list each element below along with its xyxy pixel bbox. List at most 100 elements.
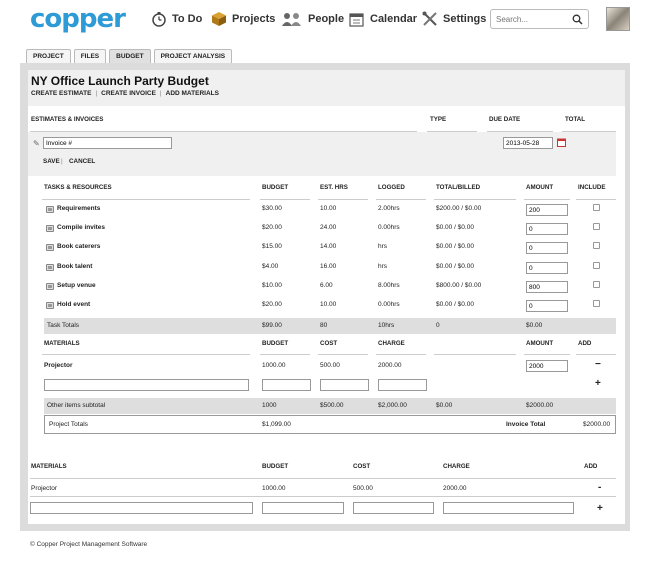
task-est-hrs: 24.00	[320, 224, 337, 231]
outer-charge-header: CHARGE	[443, 463, 470, 470]
task-est-hrs: 10.00	[320, 205, 337, 212]
project-tabs: PROJECT FILES BUDGET PROJECT ANALYSIS	[26, 49, 233, 63]
material-cost: 500.00	[320, 362, 340, 369]
search-icon[interactable]	[572, 14, 583, 25]
outer-new-material-budget-input[interactable]	[262, 502, 344, 514]
save-link[interactable]: SAVE	[43, 158, 60, 165]
tab-files[interactable]: FILES	[73, 49, 107, 63]
subtotal-amount: $2000.00	[526, 402, 554, 409]
task-name[interactable]: Compile invites	[57, 224, 105, 231]
separator: |	[95, 90, 98, 97]
task-est-hrs: 10.00	[320, 301, 337, 308]
divider	[376, 199, 426, 200]
outer-add-material-button[interactable]: +	[597, 503, 603, 514]
task-logged: 2.00hrs	[378, 205, 400, 212]
include-header: INCLUDE	[578, 184, 606, 191]
materials-header: MATERIALS	[44, 340, 80, 347]
task-amount-input[interactable]	[526, 204, 568, 216]
subtotal-charge: $2,000.00	[378, 402, 407, 409]
task-total-billed: $0.00 / $0.00	[436, 224, 474, 231]
subtotal-cost: $500.00	[320, 402, 344, 409]
include-checkbox[interactable]	[593, 281, 600, 288]
nav-people-label: People	[308, 13, 345, 25]
task-amount-input[interactable]	[526, 242, 568, 254]
new-material-budget-input[interactable]	[262, 379, 311, 391]
nav-projects[interactable]: Projects	[210, 9, 275, 29]
tab-budget[interactable]: BUDGET	[109, 49, 151, 63]
cancel-link[interactable]: CANCEL	[69, 158, 95, 165]
date-picker-icon[interactable]	[557, 138, 566, 147]
task-name[interactable]: Book caterers	[57, 243, 100, 250]
total-billed-header: TOTAL/BILLED	[436, 184, 481, 191]
project-totals-budget: $1,099.00	[262, 421, 291, 428]
task-icon	[46, 264, 54, 271]
nav-calendar-label: Calendar	[370, 13, 418, 25]
include-checkbox[interactable]	[593, 223, 600, 230]
task-logged: 8.00hrs	[378, 282, 400, 289]
outer-new-material-cost-input[interactable]	[353, 502, 434, 514]
add-material-button[interactable]: +	[595, 378, 601, 389]
pencil-icon: ✎	[33, 139, 40, 148]
outer-new-material-name-input[interactable]	[30, 502, 253, 514]
task-budget: $20.00	[262, 224, 282, 231]
divider	[30, 131, 417, 132]
add-materials-link[interactable]: ADD MATERIALS	[166, 90, 219, 97]
task-name[interactable]: Requirements	[57, 205, 100, 212]
include-checkbox[interactable]	[593, 300, 600, 307]
materials-budget-header: BUDGET	[262, 340, 289, 347]
user-avatar[interactable]	[606, 7, 630, 31]
outer-materials-header: MATERIALS	[31, 463, 67, 470]
new-material-cost-input[interactable]	[320, 379, 369, 391]
task-amount-input[interactable]	[526, 300, 568, 312]
outer-cost-header: COST	[353, 463, 371, 470]
create-estimate-link[interactable]: CREATE ESTIMATE	[31, 90, 91, 97]
divider	[318, 199, 368, 200]
tab-project[interactable]: PROJECT	[26, 49, 71, 63]
box-icon	[210, 11, 227, 28]
footer-copyright: © Copper Project Management Software	[30, 541, 148, 548]
project-totals-label: Project Totals	[49, 421, 88, 428]
invoice-total-label: Invoice Total	[506, 421, 546, 428]
copper-logo[interactable]: copper	[30, 4, 126, 34]
include-checkbox[interactable]	[593, 262, 600, 269]
nav-people[interactable]: People	[281, 9, 344, 29]
task-amount-input[interactable]	[526, 281, 568, 293]
task-budget: $20.00	[262, 301, 282, 308]
outer-add-header: ADD	[584, 463, 598, 470]
new-material-name-input[interactable]	[44, 379, 249, 391]
task-est-hrs: 6.00	[320, 282, 333, 289]
people-icon	[281, 11, 303, 28]
task-name[interactable]: Setup venue	[57, 282, 96, 289]
task-name[interactable]: Book talent	[57, 263, 92, 270]
nav-settings[interactable]: Settings	[421, 9, 486, 29]
task-total-billed: $0.00 / $0.00	[436, 263, 474, 270]
include-checkbox[interactable]	[593, 204, 600, 211]
new-material-charge-input[interactable]	[378, 379, 427, 391]
due-date-input[interactable]	[503, 137, 553, 149]
materials-cost-header: COST	[320, 340, 338, 347]
task-est-hrs: 14.00	[320, 243, 337, 250]
task-name[interactable]: Hold event	[57, 301, 90, 308]
create-invoice-link[interactable]: CREATE INVOICE	[101, 90, 156, 97]
task-icon	[46, 244, 54, 251]
divider	[427, 131, 477, 132]
nav-calendar[interactable]: Calendar	[348, 9, 417, 29]
outer-material-budget: 1000.00	[262, 485, 286, 492]
divider	[487, 131, 553, 132]
include-checkbox[interactable]	[593, 242, 600, 249]
tab-project-analysis[interactable]: PROJECT ANALYSIS	[153, 49, 233, 63]
estimates-header: ESTIMATES & INVOICES	[31, 116, 104, 123]
materials-amount-header: AMOUNT	[526, 340, 554, 347]
invoice-number-input[interactable]	[43, 137, 172, 149]
outer-new-material-charge-input[interactable]	[443, 502, 574, 514]
divider	[434, 354, 516, 355]
remove-material-button[interactable]: −	[595, 359, 601, 370]
search-input[interactable]	[496, 13, 568, 26]
nav-todo[interactable]: To Do	[150, 9, 202, 29]
task-amount-input[interactable]	[526, 223, 568, 235]
task-amount-input[interactable]	[526, 262, 568, 274]
material-amount-input[interactable]	[526, 360, 568, 372]
divider	[260, 354, 310, 355]
outer-remove-material-button[interactable]: -	[598, 482, 601, 493]
divider	[562, 131, 616, 132]
